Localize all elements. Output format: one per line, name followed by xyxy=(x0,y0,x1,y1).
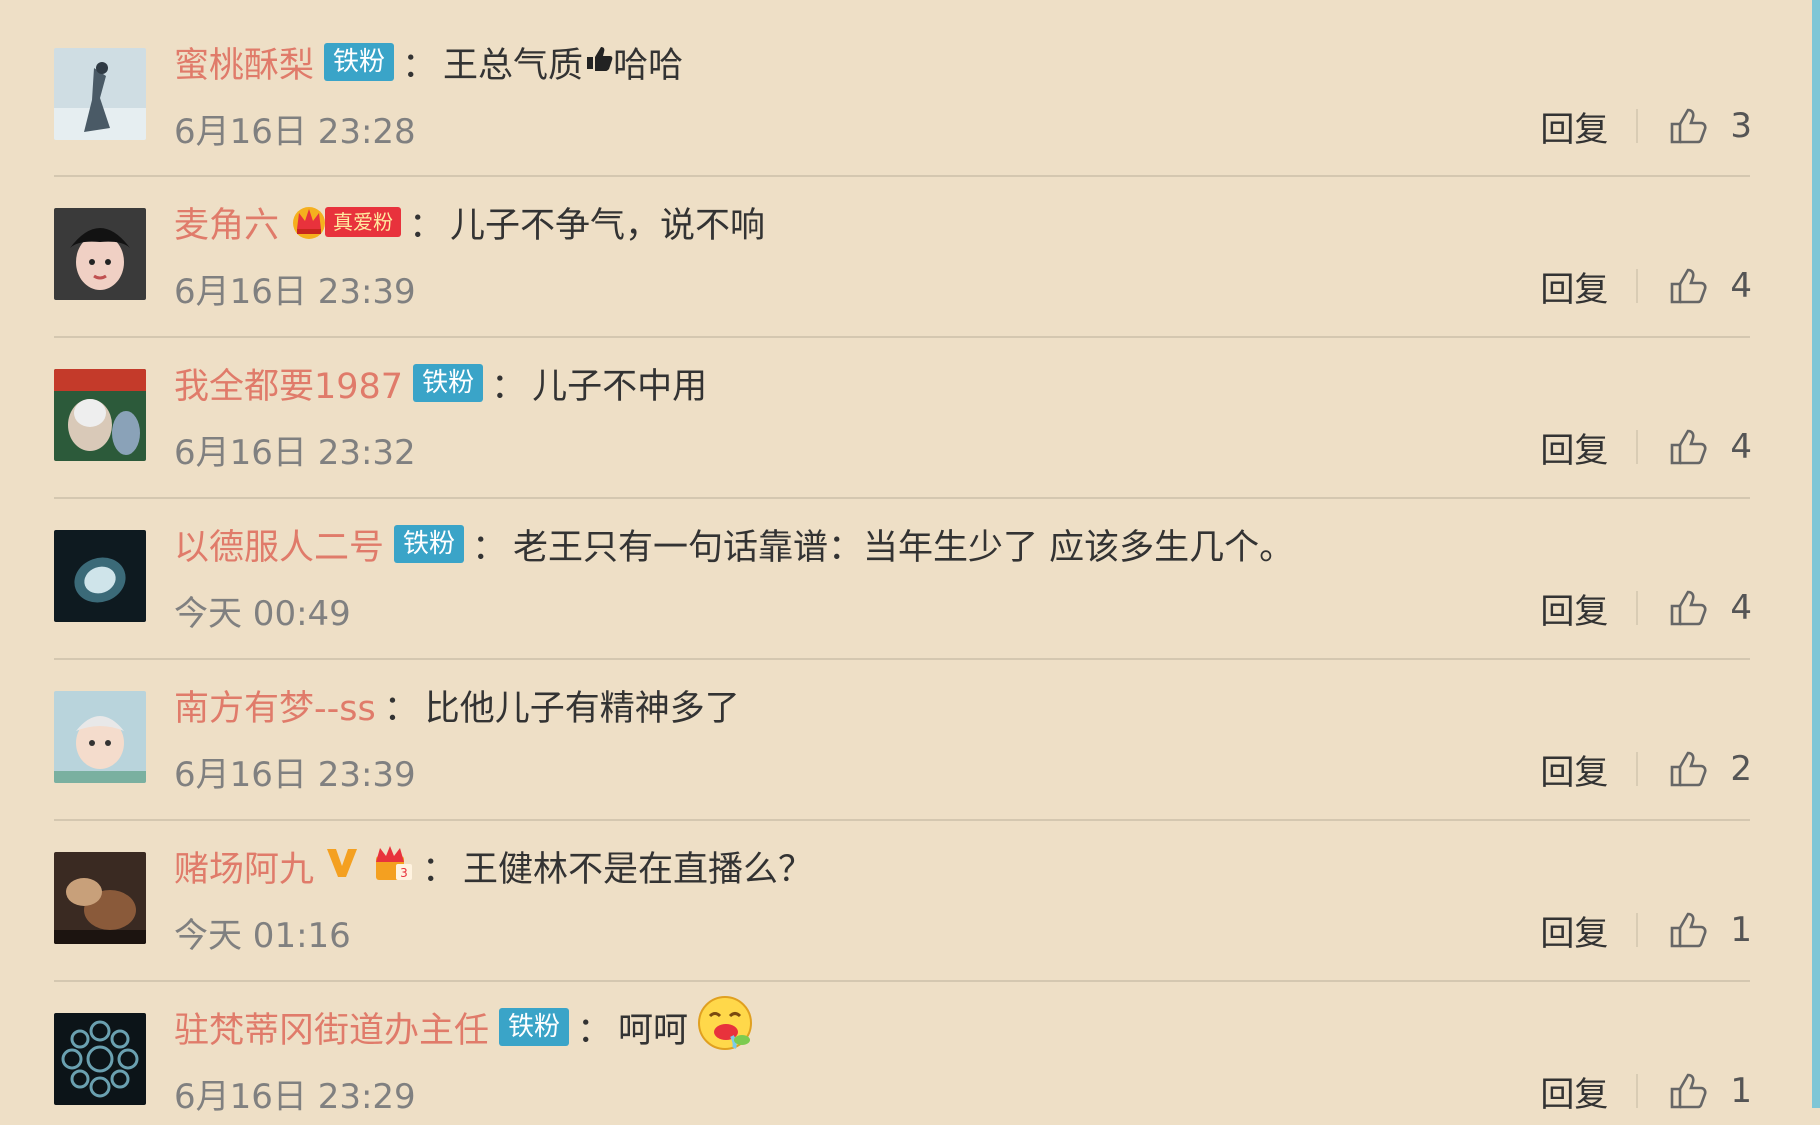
comment-text: 儿子不中用 xyxy=(532,366,708,407)
comment-actions: 回复 4 xyxy=(1540,584,1752,633)
username-link[interactable]: 赌场阿九 xyxy=(174,841,314,892)
comment-actions: 回复 3 xyxy=(1540,102,1752,151)
avatar[interactable] xyxy=(54,208,146,300)
comment-text: 老王只有一句话靠谱：当年生少了 应该多生几个。 xyxy=(513,527,1295,568)
action-divider xyxy=(1636,269,1639,303)
like-icon[interactable] xyxy=(1666,586,1710,630)
like-icon[interactable] xyxy=(1666,264,1710,308)
like-icon[interactable] xyxy=(1666,104,1710,148)
comment-line: 以德服人二号 铁粉 ： 老王只有一句话靠谱：当年生少了 应该多生几个。 xyxy=(174,520,1294,568)
comment-actions: 回复 4 xyxy=(1540,262,1752,311)
comment-line: 驻梵蒂冈街道办主任 铁粉 ： 呵呵 xyxy=(174,995,754,1053)
username-link[interactable]: 驻梵蒂冈街道办主任 xyxy=(174,1002,489,1053)
like-icon[interactable] xyxy=(1666,908,1710,952)
reply-button[interactable]: 回复 xyxy=(1540,745,1608,794)
like-count: 4 xyxy=(1730,427,1752,467)
comment-time: 今天 01:16 xyxy=(174,916,351,956)
like-icon[interactable] xyxy=(1666,425,1710,469)
reply-button[interactable]: 回复 xyxy=(1540,102,1608,151)
svg-text:3: 3 xyxy=(400,866,408,880)
colon: ： xyxy=(577,1010,613,1051)
comment-time: 6月16日 23:29 xyxy=(174,1077,416,1117)
username-link[interactable]: 蜜桃酥梨 xyxy=(174,37,314,88)
like-count: 4 xyxy=(1730,266,1752,306)
reply-button[interactable]: 回复 xyxy=(1540,423,1608,472)
crown-icon xyxy=(293,207,326,239)
comment-actions: 回复 1 xyxy=(1540,906,1752,955)
badge-label: 真爱粉 xyxy=(325,207,402,237)
comment-text: 儿子不争气，说不响 xyxy=(450,205,766,246)
username-link[interactable]: 我全都要1987 xyxy=(174,358,403,409)
avatar[interactable] xyxy=(54,48,146,140)
comment-item: 麦角六 真爱粉 ： 儿子不争气，说不响 6月16日 23:39 回复 4 xyxy=(0,160,1812,338)
reply-button[interactable]: 回复 xyxy=(1540,584,1608,633)
like-count: 4 xyxy=(1730,588,1752,628)
colon: ： xyxy=(422,849,458,890)
avatar[interactable] xyxy=(54,691,146,783)
comment-actions: 回复 2 xyxy=(1540,745,1752,794)
comment-time: 6月16日 23:39 xyxy=(174,755,416,795)
avatar[interactable] xyxy=(54,852,146,944)
fan-badge[interactable]: 铁粉 xyxy=(324,43,395,81)
fan-badge[interactable]: 铁粉 xyxy=(499,1008,570,1046)
comment-actions: 回复 4 xyxy=(1540,423,1752,472)
avatar[interactable] xyxy=(54,530,146,622)
like-count: 1 xyxy=(1730,910,1752,950)
thumbs-up-emoji-icon xyxy=(583,42,613,82)
action-divider xyxy=(1636,1074,1639,1108)
colon: ： xyxy=(491,366,527,407)
comment-time: 6月16日 23:39 xyxy=(174,272,416,312)
comment-text: 王健林不是在直播么？ xyxy=(463,849,814,890)
fan-badge[interactable]: 铁粉 xyxy=(413,364,484,402)
comment-time: 6月16日 23:32 xyxy=(174,433,416,473)
member-crown-icon[interactable]: 3 xyxy=(370,842,414,891)
comment-line: 我全都要1987 铁粉 ： 儿子不中用 xyxy=(174,359,707,407)
comment-text-suffix: 哈哈 xyxy=(613,45,684,86)
colon: ： xyxy=(472,527,508,568)
comment-time: 今天 00:49 xyxy=(174,594,351,634)
comment-item: 驻梵蒂冈街道办主任 铁粉 ： 呵呵 6月16日 23:29 回复 1 xyxy=(0,965,1812,1125)
action-divider xyxy=(1636,752,1639,786)
comment-item: 我全都要1987 铁粉 ： 儿子不中用 6月16日 23:32 回复 4 xyxy=(0,321,1812,499)
like-icon[interactable] xyxy=(1666,747,1710,791)
avatar[interactable] xyxy=(54,369,146,461)
action-divider xyxy=(1636,591,1639,625)
like-count: 1 xyxy=(1730,1071,1752,1111)
comment-item: 以德服人二号 铁粉 ： 老王只有一句话靠谱：当年生少了 应该多生几个。 今天 0… xyxy=(0,482,1812,660)
comment-item: 蜜桃酥梨 铁粉 ： 王总气质 哈哈 6月16日 23:28 回复 3 xyxy=(0,0,1812,177)
comment-text: 王总气质 xyxy=(443,45,584,86)
like-count: 3 xyxy=(1730,106,1752,146)
like-count: 2 xyxy=(1730,749,1752,789)
comment-line: 蜜桃酥梨 铁粉 ： 王总气质 哈哈 xyxy=(174,38,683,86)
action-divider xyxy=(1636,109,1639,143)
scrollbar-track[interactable] xyxy=(1812,0,1820,1108)
colon: ： xyxy=(402,45,438,86)
action-divider xyxy=(1636,913,1639,947)
comment-text: 比他儿子有精神多了 xyxy=(424,688,740,729)
reply-button[interactable]: 回复 xyxy=(1540,262,1608,311)
username-link[interactable]: 以德服人二号 xyxy=(174,519,384,570)
true-love-fan-badge[interactable]: 真爱粉 xyxy=(289,201,402,243)
avatar[interactable] xyxy=(54,1013,146,1105)
comment-line: 麦角六 真爱粉 ： 儿子不争气，说不响 xyxy=(174,198,765,246)
reply-button[interactable]: 回复 xyxy=(1540,1067,1608,1116)
verified-v-icon[interactable] xyxy=(324,844,360,889)
reply-button[interactable]: 回复 xyxy=(1540,906,1608,955)
comment-item: 赌场阿九 3 ： 王健林不是在直播么？ 今天 01:16 回复 1 xyxy=(0,804,1812,982)
colon: ： xyxy=(409,205,445,246)
comment-actions: 回复 1 xyxy=(1540,1067,1752,1116)
fan-badge[interactable]: 铁粉 xyxy=(394,525,465,563)
action-divider xyxy=(1636,430,1639,464)
username-link[interactable]: 麦角六 xyxy=(174,197,279,248)
username-link[interactable]: 南方有梦--ss xyxy=(174,680,376,731)
drooling-face-emoji-icon xyxy=(696,994,754,1061)
comment-text: 呵呵 xyxy=(618,1010,689,1051)
colon: ： xyxy=(383,688,419,729)
comment-line: 南方有梦--ss ： 比他儿子有精神多了 xyxy=(174,681,740,729)
like-icon[interactable] xyxy=(1666,1069,1710,1113)
comment-time: 6月16日 23:28 xyxy=(174,112,416,152)
comment-line: 赌场阿九 3 ： 王健林不是在直播么？ xyxy=(174,842,813,890)
comment-item: 南方有梦--ss ： 比他儿子有精神多了 6月16日 23:39 回复 2 xyxy=(0,643,1812,821)
